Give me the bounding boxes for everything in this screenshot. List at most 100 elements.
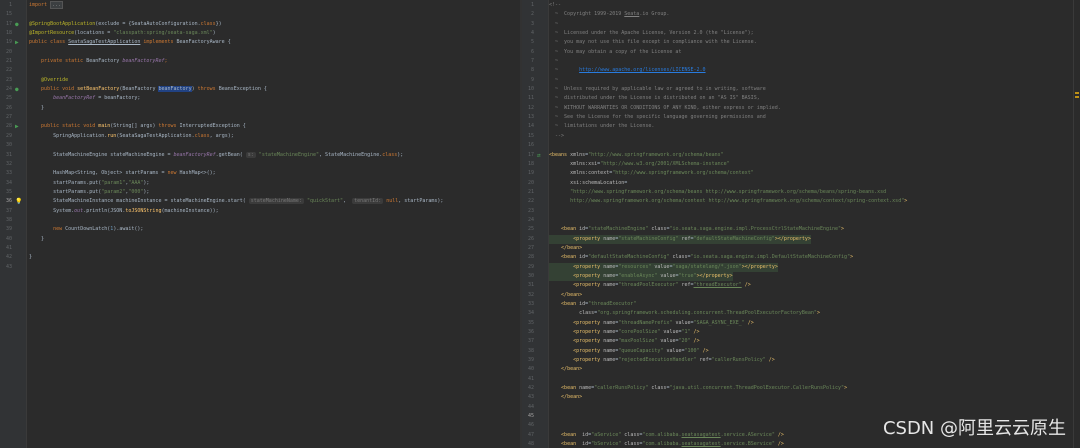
code-token: HashMap<String, Object> startParams = [29,170,168,177]
line-number: 24 [5,86,12,93]
warning-marker[interactable] [1075,92,1079,94]
line-number: 39 [5,226,12,233]
code-token: <bean [561,301,580,307]
line-number: 18 [527,160,534,167]
code-token: <property [573,347,604,354]
code-token: class [672,254,688,261]
code-token: ).await(); [113,226,144,233]
intention-bulb-icon[interactable]: 💡 [15,197,24,206]
run-gutter-icon[interactable]: ▶ [15,122,24,131]
code-token: > [904,198,908,205]
code-token: run [107,132,117,139]
code-token: "param2" [101,188,126,195]
code-token: "AAA" [128,179,144,186]
code-token: <bean [561,385,580,392]
code-text: ~ WITHOUT WARRANTIES OR CONDITIONS OF AN… [549,104,781,113]
code-token: "enableAsync" [618,272,661,279]
code-token: } [29,254,33,261]
code-text: </bean> [549,393,582,402]
code-token: "20" [678,338,691,345]
code-token: <property [573,272,604,279]
line-number: 31 [527,282,534,289]
code-token: "stateMachineEngine" [255,151,320,158]
code-text: ~ Copyright 1999-2019 Seata.io Group. [549,10,669,19]
line-number: 26 [527,235,534,242]
code-token: class [194,132,210,139]
code-token: SpringApplication. [29,132,108,139]
watermark: CSDN @阿里云云原生 [882,418,1066,439]
code-token: "bService" [591,441,625,448]
line-number: 35 [527,319,534,326]
code-text: <property name="threadPoolExecutor" ref=… [549,281,751,290]
line-number: 46 [527,422,534,429]
line-number: 28 [527,254,534,261]
code-token: StateMachineInstance machineInstance = s… [29,198,249,205]
run-gutter-icon[interactable]: ▶ [15,38,24,47]
code-token: beanFactoryRef [53,95,96,102]
warning-marker[interactable] [1075,96,1079,98]
line-number: 21 [527,188,534,195]
line-number: 47 [527,431,534,438]
navigate-gutter-icon[interactable]: ⇄ [537,151,546,160]
code-token: = beanFactory; [95,95,141,102]
bean-gutter-icon[interactable]: ● [15,20,24,29]
code-token: value [666,347,682,354]
code-text: </bean> [549,244,582,253]
code-token: CountDownLatch( [65,226,111,233]
code-text: <bean id="defaultStateMachineConfig" cla… [549,253,853,262]
code-token: ref [699,357,709,364]
code-token: "1" [681,329,691,336]
code-token: ~ Licensed under the Apache License, Ver… [549,30,754,37]
code-token: value [663,329,679,336]
code-token: <bean [561,254,580,261]
code-text: startParams.put("param2","000"); [29,188,149,197]
code-token: /> [699,347,709,354]
code-token: xmlns [570,151,586,158]
code-text: <property name="stateMachineConfig" ref=… [549,234,811,244]
code-token: </bean> [561,244,583,251]
code-token: class [651,385,667,392]
code-token: class [200,20,216,27]
code-token: /> [690,338,700,345]
code-token: SeataSagaTestApplication [68,39,141,46]
code-token: <property [573,319,604,326]
code-token: name [603,338,616,345]
parameter-hint: s: [245,151,256,158]
code-token: ~ See the License for the specific langu… [549,114,766,121]
line-number: 36 [5,198,12,205]
code-text: <property name="corePoolSize" value="1" … [549,328,699,337]
code-token: <property [573,282,604,289]
line-number: 27 [5,114,12,121]
code-token: "saga/statelang/*.json" [672,263,742,270]
code-token: throws [158,123,180,130]
java-editor-pane[interactable]: 1 import ... 15 17 ● @SpringBootApplication(e… [0,0,520,448]
code-token: = [624,179,628,186]
line-number: 29 [527,263,534,270]
code-text: System.out.println(JSON.toJSONString(mac… [29,207,219,216]
code-text: ~ [549,76,558,85]
code-text: <property name="enableAsync" value="true… [549,271,733,282]
code-token: name [603,347,616,354]
code-token: public static void [41,123,99,130]
line-number: 48 [527,441,534,448]
code-text: ~ See the License for the specific langu… [549,113,766,122]
code-token: BeanFactoryAware { [176,39,231,46]
code-token: "http://www.springframework.org/schema/b… [549,188,887,195]
code-text: } [29,253,32,262]
bean-gutter-icon[interactable]: ● [15,85,24,94]
code-text: ~ Unless required by applicable law or a… [549,85,766,94]
code-token: ~ Copyright 1999-2019 [549,11,625,18]
line-number: 43 [527,394,534,401]
fold-marker[interactable]: ... [50,1,64,9]
code-token: <property [573,235,604,242]
error-stripe[interactable] [1073,0,1080,448]
code-token: ); [143,188,150,195]
line-number: 2 [530,11,534,18]
xml-editor-pane[interactable]: 1 <!-- 2 ~ Copyright 1999-2019 Seata.io Gr… [522,0,1080,448]
code-token: <bean [561,441,583,448]
code-token: ~ distributed under the License is distr… [549,95,760,102]
